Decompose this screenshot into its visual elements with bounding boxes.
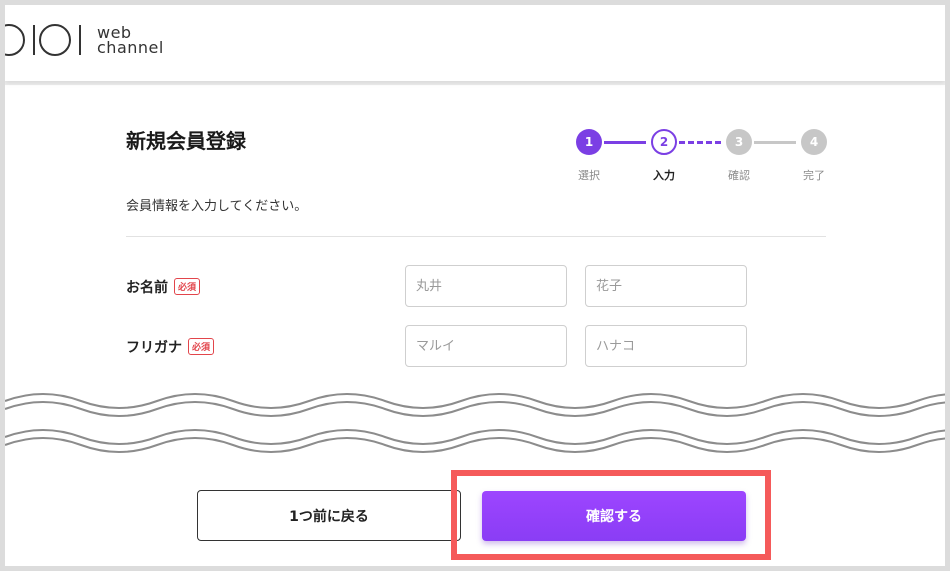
name-label-text: お名前 [126, 280, 168, 296]
back-button[interactable]: 1つ前に戻る [197, 490, 461, 541]
oioi-logo-mark [5, 24, 81, 56]
logo[interactable]: web channel [5, 22, 199, 62]
step-1-circle: 1 [576, 129, 602, 155]
step-connector-3 [754, 141, 796, 144]
progress-stepper: 1 2 3 4 選択 入力 確認 完了 [571, 129, 841, 189]
step-3-label: 確認 [728, 169, 750, 182]
step-4-label: 完了 [803, 169, 825, 182]
divider-top [126, 236, 826, 237]
step-connector-2 [679, 141, 721, 144]
omission-wave-separator [5, 391, 945, 461]
step-connector-1 [604, 141, 646, 144]
last-name-input[interactable] [405, 265, 567, 307]
step-1-label: 選択 [578, 169, 600, 182]
required-badge: 必須 [174, 278, 201, 295]
page-title: 新規会員登録 [126, 129, 246, 153]
first-name-input[interactable] [585, 265, 747, 307]
logo-line-channel: channel [97, 38, 164, 57]
highlight-box [451, 470, 771, 560]
page-frame: web channel 新規会員登録 1 2 3 4 選択 入力 確認 完了 会… [5, 5, 945, 566]
step-2-label: 入力 [653, 169, 675, 182]
intro-text: 会員情報を入力してください。 [126, 199, 308, 214]
kana-field-label: フリガナ 必須 [126, 337, 215, 357]
required-badge: 必須 [188, 338, 215, 355]
step-2-circle: 2 [651, 129, 677, 155]
step-3-circle: 3 [726, 129, 752, 155]
logo-text: web channel [97, 25, 164, 57]
header-shadow-gap [5, 81, 945, 85]
name-field-label: お名前 必須 [126, 277, 201, 297]
step-4-circle: 4 [801, 129, 827, 155]
kana-label-text: フリガナ [126, 340, 182, 356]
site-header: web channel [5, 5, 945, 81]
last-name-kana-input[interactable] [405, 325, 567, 367]
first-name-kana-input[interactable] [585, 325, 747, 367]
